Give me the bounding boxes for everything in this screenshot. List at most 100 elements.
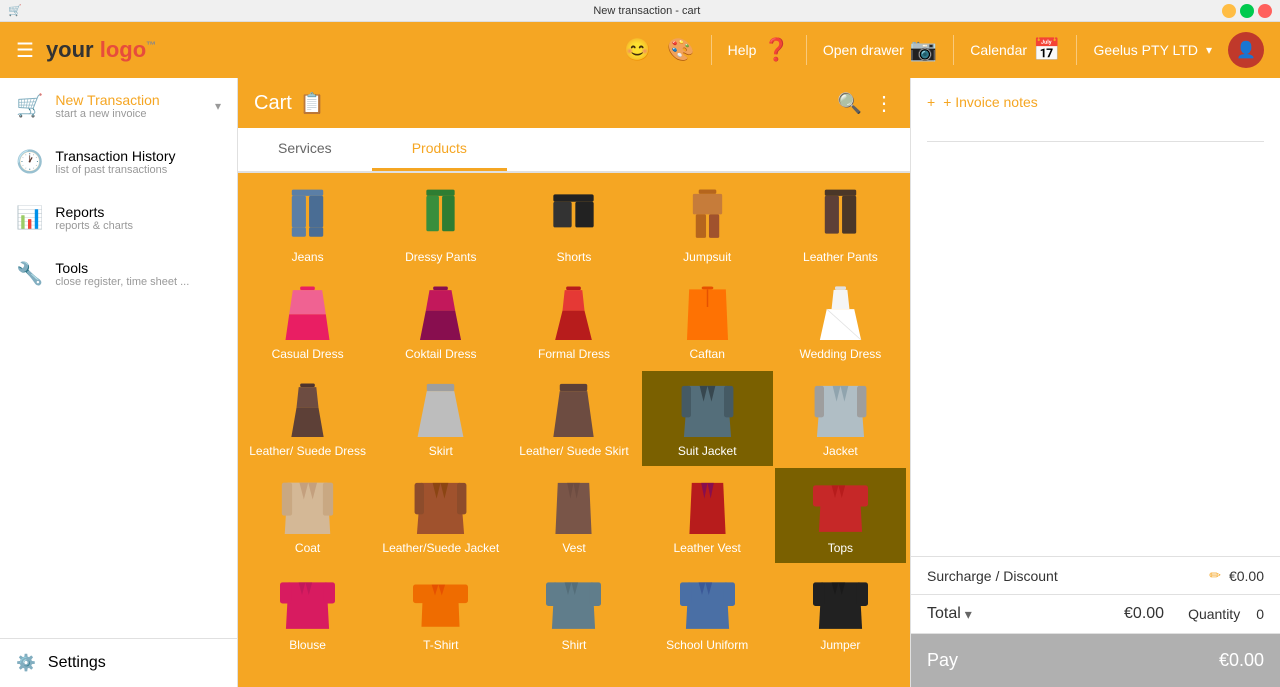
product-label-casual-dress: Casual Dress bbox=[272, 347, 344, 361]
palette-icon: 🎨 bbox=[667, 37, 694, 63]
product-img-shirt bbox=[544, 574, 604, 634]
header-divider-2 bbox=[806, 35, 807, 65]
total-chevron-icon[interactable]: ▾ bbox=[965, 606, 972, 623]
open-drawer-button[interactable]: Open drawer 📷 bbox=[823, 37, 937, 63]
product-label-t-shirt: T-Shirt bbox=[423, 638, 458, 652]
product-cell-casual-dress[interactable]: Casual Dress bbox=[242, 274, 373, 369]
app-logo: your logo™ bbox=[46, 37, 156, 63]
cart-title-text: Cart bbox=[254, 92, 292, 115]
product-img-wedding-dress bbox=[810, 283, 870, 343]
product-cell-leather-suede-jacket[interactable]: Leather/Suede Jacket bbox=[375, 468, 506, 563]
surcharge-amount: €0.00 bbox=[1229, 568, 1264, 584]
cart-search-icon[interactable]: 🔍 bbox=[837, 91, 862, 116]
sidebar-item-settings[interactable]: ⚙️ Settings bbox=[0, 639, 237, 687]
sidebar-item-new-transaction[interactable]: 🛒 New Transaction start a new invoice ▾ bbox=[0, 78, 237, 134]
quantity-label: Quantity bbox=[1188, 606, 1240, 622]
product-img-jacket bbox=[810, 380, 870, 440]
calendar-button[interactable]: Calendar 📅 bbox=[970, 37, 1060, 63]
product-cell-jacket[interactable]: Jacket bbox=[775, 371, 906, 466]
product-img-leather-pants bbox=[810, 186, 870, 246]
logo-tm: ™ bbox=[146, 41, 156, 52]
product-cell-shirt[interactable]: Shirt bbox=[508, 565, 639, 660]
pay-button[interactable]: Pay €0.00 bbox=[911, 634, 1280, 687]
product-cell-leather-pants[interactable]: Leather Pants bbox=[775, 177, 906, 272]
cart-more-icon[interactable]: ⋮ bbox=[874, 91, 894, 116]
titlebar-title: New transaction - cart bbox=[22, 5, 1272, 17]
sidebar-item-tools[interactable]: 🔧 Tools close register, time sheet ... bbox=[0, 246, 237, 302]
tab-bar: Services Products bbox=[238, 128, 910, 173]
help-button[interactable]: Help ❓ bbox=[728, 37, 790, 63]
sidebar-item-transaction-history[interactable]: 🕐 Transaction History list of past trans… bbox=[0, 134, 237, 190]
product-img-coat bbox=[278, 477, 338, 537]
user-menu-button[interactable]: Geelus PTY LTD ▾ bbox=[1093, 42, 1212, 58]
cart-header: Cart 📋 🔍 ⋮ bbox=[238, 78, 910, 128]
product-img-school-uniform bbox=[677, 574, 737, 634]
product-img-shorts bbox=[544, 186, 604, 246]
product-label-tops: Tops bbox=[828, 541, 853, 555]
emoji-palette-button[interactable]: 🎨 bbox=[667, 37, 694, 63]
drawer-icon: 📷 bbox=[910, 37, 937, 63]
open-drawer-label: Open drawer bbox=[823, 42, 904, 58]
emoji-smile-button[interactable]: 😊 bbox=[624, 37, 651, 63]
tab-services[interactable]: Services bbox=[238, 128, 372, 171]
product-label-vest: Vest bbox=[562, 541, 585, 555]
product-cell-blouse[interactable]: Blouse bbox=[242, 565, 373, 660]
cart-doc-icon: 📋 bbox=[300, 91, 325, 116]
minimize-button[interactable] bbox=[1222, 4, 1236, 18]
product-cell-skirt[interactable]: Skirt bbox=[375, 371, 506, 466]
app-header: ☰ your logo™ 😊 🎨 Help ❓ Open drawer 📷 Ca… bbox=[0, 22, 1280, 78]
product-cell-shorts[interactable]: Shorts bbox=[508, 177, 639, 272]
product-cell-leather-suede-dress[interactable]: Leather/ Suede Dress bbox=[242, 371, 373, 466]
product-label-formal-dress: Formal Dress bbox=[538, 347, 610, 361]
product-cell-school-uniform[interactable]: School Uniform bbox=[642, 565, 773, 660]
product-label-dressy-pants: Dressy Pants bbox=[405, 250, 476, 264]
product-cell-formal-dress[interactable]: Formal Dress bbox=[508, 274, 639, 369]
surcharge-edit-icon[interactable]: ✏ bbox=[1209, 567, 1221, 584]
product-cell-dressy-pants[interactable]: Dressy Pants bbox=[375, 177, 506, 272]
product-cell-caftan[interactable]: Caftan bbox=[642, 274, 773, 369]
header-divider-1 bbox=[711, 35, 712, 65]
header-divider-4 bbox=[1076, 35, 1077, 65]
reports-icon: 📊 bbox=[16, 205, 43, 231]
chevron-down-icon: ▾ bbox=[1206, 43, 1212, 57]
product-label-leather-suede-skirt: Leather/ Suede Skirt bbox=[519, 444, 628, 458]
tab-products[interactable]: Products bbox=[372, 128, 507, 171]
invoice-notes-input[interactable] bbox=[927, 118, 1264, 142]
close-button[interactable] bbox=[1258, 4, 1272, 18]
product-label-skirt: Skirt bbox=[429, 444, 453, 458]
product-cell-jumpsuit[interactable]: Jumpsuit bbox=[642, 177, 773, 272]
product-cell-jeans[interactable]: Jeans bbox=[242, 177, 373, 272]
product-label-coktail-dress: Coktail Dress bbox=[405, 347, 476, 361]
product-cell-leather-vest[interactable]: Leather Vest bbox=[642, 468, 773, 563]
titlebar: 🛒 New transaction - cart bbox=[0, 0, 1280, 22]
product-img-t-shirt bbox=[411, 574, 471, 634]
product-cell-wedding-dress[interactable]: Wedding Dress bbox=[775, 274, 906, 369]
product-img-skirt bbox=[411, 380, 471, 440]
product-cell-jumper[interactable]: Jumper bbox=[775, 565, 906, 660]
product-cell-leather-suede-skirt[interactable]: Leather/ Suede Skirt bbox=[508, 371, 639, 466]
menu-icon[interactable]: ☰ bbox=[16, 38, 34, 63]
product-label-shorts: Shorts bbox=[557, 250, 592, 264]
user-avatar[interactable]: 👤 bbox=[1228, 32, 1264, 68]
maximize-button[interactable] bbox=[1240, 4, 1254, 18]
product-cell-tops[interactable]: Tops bbox=[775, 468, 906, 563]
sidebar-item-reports[interactable]: 📊 Reports reports & charts bbox=[0, 190, 237, 246]
settings-label: Settings bbox=[48, 654, 106, 672]
reports-label: Reports bbox=[55, 204, 221, 220]
products-scroll[interactable]: Jeans Dressy Pants Shorts JumpsuitLeather P… bbox=[238, 173, 910, 687]
sidebar: 🛒 New Transaction start a new invoice ▾ … bbox=[0, 78, 238, 687]
product-img-jumper bbox=[810, 574, 870, 634]
product-label-wedding-dress: Wedding Dress bbox=[799, 347, 881, 361]
product-cell-coktail-dress[interactable]: Coktail Dress bbox=[375, 274, 506, 369]
products-area: Jeans Dressy Pants Shorts JumpsuitLeather P… bbox=[238, 173, 910, 687]
product-cell-vest[interactable]: Vest bbox=[508, 468, 639, 563]
product-label-leather-vest: Leather Vest bbox=[674, 541, 741, 555]
invoice-notes-section: + + Invoice notes bbox=[911, 78, 1280, 557]
product-img-blouse bbox=[278, 574, 338, 634]
product-cell-suit-jacket[interactable]: Suit Jacket bbox=[642, 371, 773, 466]
product-cell-t-shirt[interactable]: T-Shirt bbox=[375, 565, 506, 660]
product-cell-coat[interactable]: Coat bbox=[242, 468, 373, 563]
reports-sub: reports & charts bbox=[55, 220, 221, 232]
cart-title: Cart 📋 bbox=[254, 91, 829, 116]
new-transaction-sub: start a new invoice bbox=[55, 108, 203, 120]
